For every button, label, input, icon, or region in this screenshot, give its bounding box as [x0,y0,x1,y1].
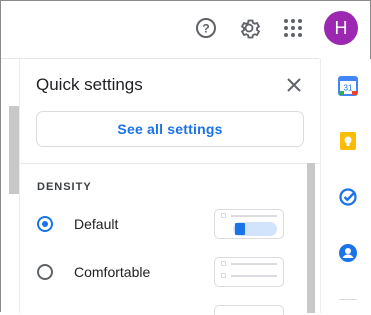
avatar-letter: H [334,17,348,38]
rail-divider [339,299,357,300]
option-label: Default [74,216,119,232]
density-heading: DENSITY [37,181,92,193]
contacts-icon[interactable] [338,243,358,263]
close-icon[interactable] [284,75,304,95]
comfortable-preview [214,257,284,287]
doc-icon [235,223,245,235]
default-preview [214,209,284,239]
divider [20,163,320,164]
preview-checkbox [221,273,226,278]
side-panel-rail: 31 [320,59,371,313]
option-label: Comfortable [74,264,151,280]
radio-default[interactable] [37,216,53,232]
preview-checkbox [221,213,226,218]
preview-line [231,275,277,277]
avatar[interactable]: H [324,11,358,45]
compact-preview [214,305,284,315]
preview-checkbox [221,261,226,266]
gear-icon[interactable] [232,11,266,45]
left-scrollbar[interactable] [9,106,19,194]
apps-grid-icon[interactable] [276,11,310,45]
preview-line [231,215,277,217]
preview-line [231,263,277,265]
calendar-day: 31 [344,84,353,93]
calendar-icon[interactable]: 31 [338,76,358,96]
keep-icon[interactable] [338,131,358,151]
panel-scrollbar[interactable] [307,163,315,313]
help-icon[interactable]: ? [189,11,223,45]
see-all-settings-button[interactable]: See all settings [36,111,304,147]
tasks-icon[interactable] [338,187,358,207]
quick-settings-panel: Quick settings See all settings DENSITY … [20,59,320,315]
svg-text:?: ? [202,22,209,36]
radio-comfortable[interactable] [37,264,53,280]
panel-title: Quick settings [36,75,143,94]
top-bar: ? H [1,1,370,57]
